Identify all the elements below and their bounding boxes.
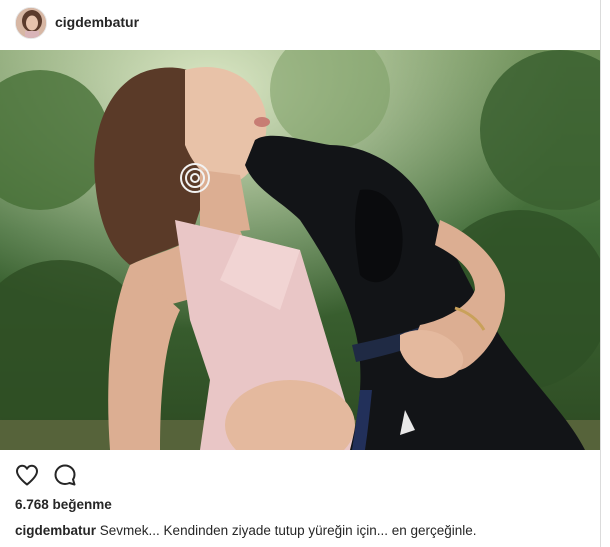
heart-icon-graphic xyxy=(16,464,38,486)
heart-icon[interactable] xyxy=(14,462,40,488)
comment-icon-graphic xyxy=(54,464,76,486)
post-header: cigdembatur xyxy=(0,0,600,50)
instagram-post: cigdembatur 6.768 beğenme cigdembatur Se… xyxy=(0,0,601,547)
post-caption: cigdembatur Sevmek... Kendinden ziyade t… xyxy=(15,523,477,538)
comment-icon[interactable] xyxy=(52,462,78,488)
likes-count[interactable]: 6.768 beğenme xyxy=(15,497,112,512)
post-photo[interactable] xyxy=(0,50,600,450)
avatar[interactable] xyxy=(15,7,47,39)
post-username[interactable]: cigdembatur xyxy=(55,14,139,30)
avatar-image xyxy=(16,8,46,38)
caption-username[interactable]: cigdembatur xyxy=(15,523,96,538)
caption-text: Sevmek... Kendinden ziyade tutup yüreğin… xyxy=(99,523,477,538)
post-actions xyxy=(14,462,78,488)
photo-woman-kissing-black-dog xyxy=(0,50,600,450)
